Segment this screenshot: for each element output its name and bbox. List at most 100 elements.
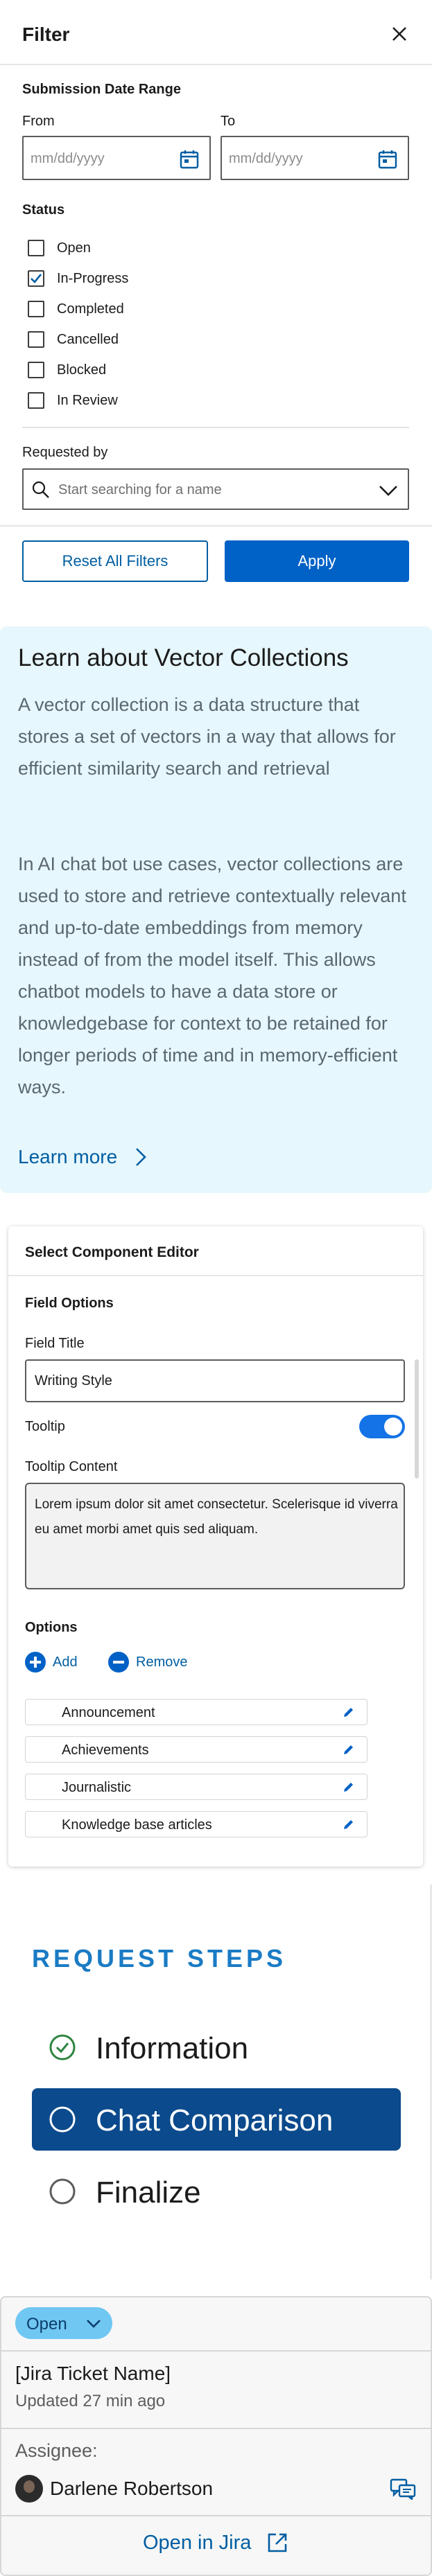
tooltip-content-textarea[interactable]: Lorem ipsum dolor sit amet consectetur. … (25, 1483, 405, 1589)
option-label: Journalistic (62, 1780, 132, 1795)
checkbox[interactable] (28, 362, 44, 378)
checkbox-label: Open (57, 240, 91, 256)
info-paragraph: A vector collection is a data structure … (18, 694, 396, 779)
status-option-in-progress[interactable]: In-Progress (28, 269, 208, 290)
field-options-label: Field Options (25, 1296, 114, 1311)
tooltip-toggle[interactable] (359, 1415, 405, 1438)
checkbox-checked[interactable] (28, 270, 44, 287)
option-item[interactable]: Announcement (25, 1699, 368, 1725)
pencil-icon[interactable] (342, 1780, 356, 1794)
check-circle-icon (49, 2034, 76, 2061)
external-link-icon[interactable] (266, 2532, 288, 2554)
search-icon (32, 481, 49, 498)
to-label: To (221, 114, 236, 129)
tooltip-label: Tooltip (25, 1419, 65, 1434)
search-placeholder: Start searching for a name (58, 482, 222, 497)
add-option-button[interactable]: Add (25, 1652, 94, 1673)
checkbox[interactable] (28, 331, 44, 348)
toggle-knob (384, 1418, 402, 1436)
checkmark-icon (31, 274, 42, 283)
pencil-icon[interactable] (342, 1817, 356, 1831)
checkbox[interactable] (28, 240, 44, 256)
ticket-name: [Jira Ticket Name] (15, 2363, 171, 2384)
option-item[interactable]: Journalistic (25, 1774, 368, 1800)
pencil-icon[interactable] (342, 1705, 356, 1719)
divider (0, 2515, 432, 2516)
divider (0, 525, 432, 527)
checkbox-label: Cancelled (57, 332, 119, 347)
status-option-in-review[interactable]: In Review (28, 391, 208, 412)
option-item[interactable]: Achievements (25, 1736, 368, 1763)
field-title-value: Writing Style (35, 1373, 112, 1388)
options-label: Options (25, 1620, 78, 1635)
divider (0, 2428, 432, 2429)
requested-by-search-input[interactable]: Start searching for a name (22, 468, 409, 510)
assignee-name: Darlene Robertson (50, 2478, 214, 2499)
close-icon[interactable] (388, 22, 411, 46)
checkbox-label: Completed (57, 301, 124, 317)
circle-icon (49, 2178, 76, 2205)
status-label: Open (26, 2315, 67, 2334)
step-chat-comparison[interactable]: Chat Comparison (32, 2088, 401, 2151)
remove-option-button[interactable]: Remove (108, 1652, 205, 1673)
filter-title: Filter (22, 24, 70, 45)
add-icon (25, 1652, 46, 1673)
step-finalize[interactable]: Finalize (32, 2160, 401, 2223)
info-title: Learn about Vector Collections (18, 644, 349, 671)
info-paragraph: In AI chat bot use cases, vector collect… (18, 854, 406, 1097)
status-option-cancelled[interactable]: Cancelled (28, 330, 208, 351)
apply-button[interactable]: Apply (225, 540, 409, 582)
to-date-placeholder: mm/dd/yyyy (229, 151, 303, 166)
status-option-blocked[interactable]: Blocked (28, 360, 208, 381)
editor-header: Select Component Editor (25, 1244, 199, 1260)
option-label: Achievements (62, 1743, 149, 1758)
assignee-label: Assignee: (15, 2440, 98, 2461)
component-editor-card: Select Component Editor Field Options Fi… (8, 1226, 423, 1867)
checkbox-label: In-Progress (57, 271, 129, 286)
reset-all-filters-button[interactable]: Reset All Filters (22, 540, 208, 582)
divider (8, 1275, 423, 1276)
status-dropdown[interactable]: Open (15, 2307, 112, 2339)
ticket-updated: Updated 27 min ago (15, 2392, 166, 2410)
option-label: Knowledge base articles (62, 1817, 212, 1833)
remove-label: Remove (136, 1655, 188, 1670)
chat-icon[interactable] (390, 2478, 416, 2500)
add-label: Add (53, 1655, 78, 1670)
step-information[interactable]: Information (32, 2016, 401, 2079)
checkbox[interactable] (28, 392, 44, 409)
from-label: From (22, 114, 55, 129)
step-label: Finalize (96, 2176, 201, 2209)
chevron-down-icon[interactable] (377, 481, 399, 500)
remove-icon (108, 1652, 129, 1673)
circle-icon (49, 2106, 76, 2133)
filter-panel: Filter Submission Date Range From To mm/… (0, 0, 432, 594)
pencil-icon[interactable] (342, 1743, 356, 1756)
step-label: Information (96, 2031, 249, 2065)
from-date-placeholder: mm/dd/yyyy (31, 151, 105, 166)
status-label: Status (22, 202, 65, 218)
checkbox-label: Blocked (57, 362, 107, 378)
field-title-label: Field Title (25, 1336, 85, 1351)
step-label: Chat Comparison (96, 2103, 334, 2137)
learn-more-link[interactable]: Learn more (18, 1146, 117, 1168)
divider (0, 2350, 432, 2352)
scrollbar[interactable] (415, 1359, 419, 1479)
checkbox[interactable] (28, 301, 44, 317)
to-date-input[interactable]: mm/dd/yyyy (221, 136, 409, 180)
from-date-input[interactable]: mm/dd/yyyy (22, 136, 211, 180)
date-range-label: Submission Date Range (22, 82, 181, 97)
open-in-jira-link[interactable]: Open in Jira (143, 2532, 251, 2555)
avatar (15, 2475, 43, 2503)
option-item[interactable]: Knowledge base articles (25, 1811, 368, 1837)
status-option-completed[interactable]: Completed (28, 299, 208, 320)
status-option-open[interactable]: Open (28, 238, 208, 259)
chevron-right-icon[interactable] (132, 1145, 150, 1170)
option-label: Announcement (62, 1705, 155, 1720)
tooltip-content-value: Lorem ipsum dolor sit amet consectetur. … (35, 1497, 398, 1537)
steps-title: REQUEST STEPS (32, 1944, 287, 1973)
calendar-icon[interactable] (179, 149, 200, 170)
field-title-input[interactable]: Writing Style (25, 1359, 405, 1402)
divider (22, 427, 409, 428)
requested-by-label: Requested by (22, 445, 108, 460)
calendar-icon[interactable] (377, 149, 398, 170)
